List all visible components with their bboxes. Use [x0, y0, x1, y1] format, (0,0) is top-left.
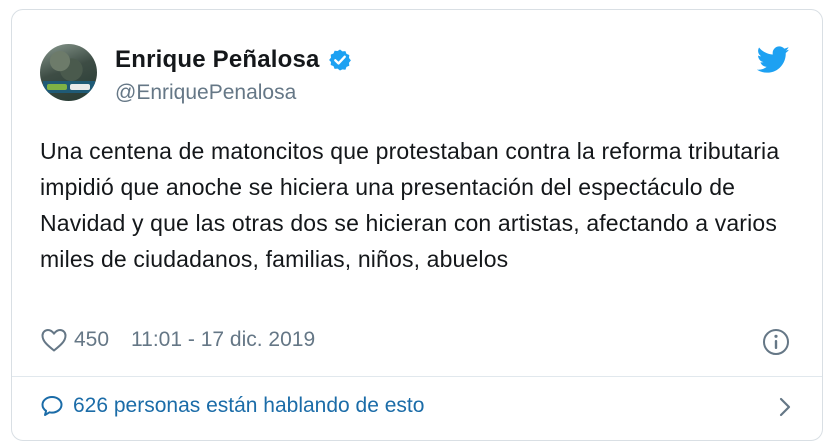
conversation-label[interactable]: 626 personas están hablando de esto: [73, 394, 424, 418]
chevron-right-icon[interactable]: [778, 396, 792, 418]
like-count[interactable]: 450: [74, 328, 109, 352]
avatar-banner: [43, 81, 95, 93]
author-name-row: Enrique Peñalosa: [115, 46, 352, 74]
speech-bubble-icon: [41, 396, 63, 416]
avatar[interactable]: [40, 44, 97, 101]
tweet-timestamp[interactable]: 11:01 - 17 dic. 2019: [131, 328, 315, 352]
heart-icon[interactable]: [40, 327, 68, 353]
twitter-bird-icon[interactable]: [757, 46, 790, 74]
tweet-meta: 450 11:01 - 17 dic. 2019: [40, 327, 315, 353]
tweet-card: Enrique Peñalosa @EnriquePenalosa Una ce…: [11, 9, 823, 441]
divider: [12, 376, 822, 377]
author-handle[interactable]: @EnriquePenalosa: [115, 81, 296, 105]
conversation-link[interactable]: 626 personas están hablando de esto: [40, 394, 792, 418]
tweet-text: Una centena de matoncitos que protestaba…: [40, 138, 780, 272]
info-icon[interactable]: [762, 328, 790, 356]
verified-badge-icon: [328, 49, 351, 71]
author-name[interactable]: Enrique Peñalosa: [115, 46, 320, 74]
